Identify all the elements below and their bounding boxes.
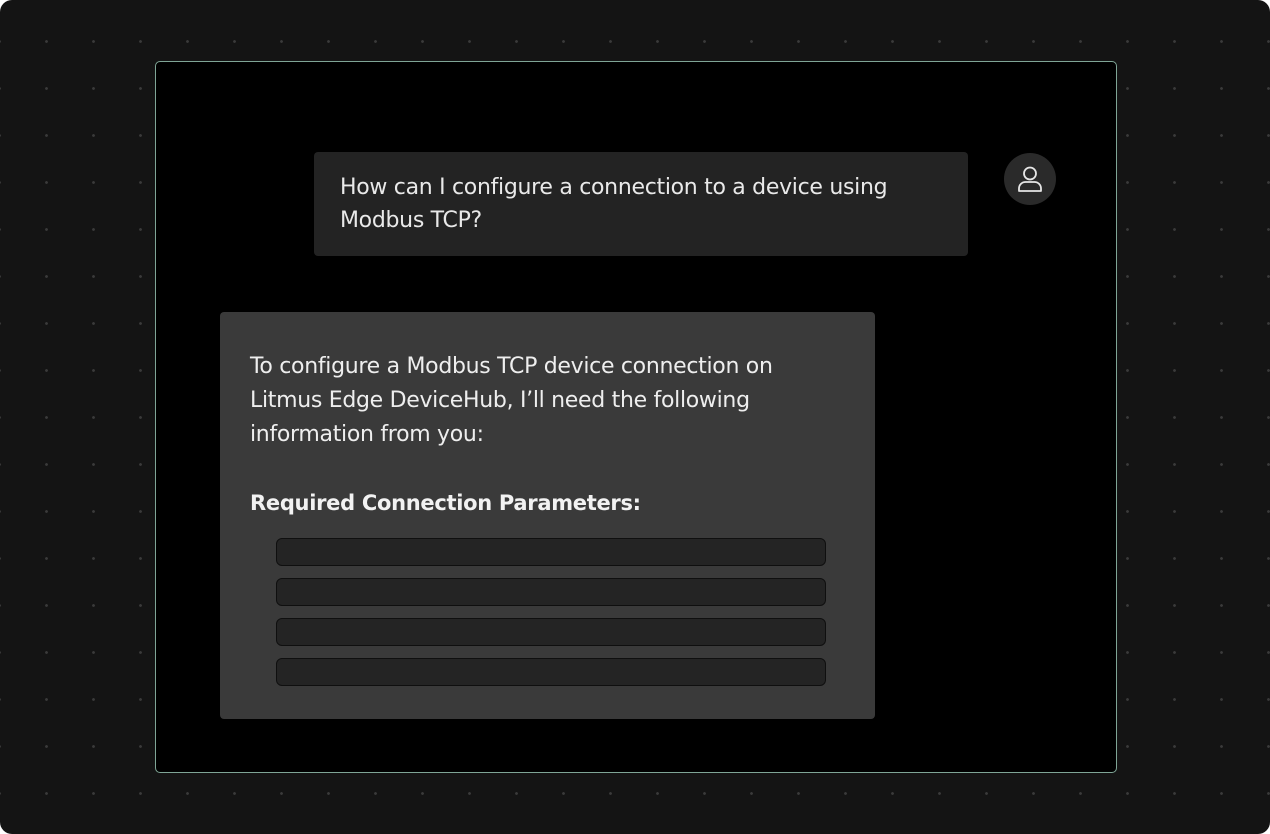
user-icon (1018, 166, 1042, 192)
page-background: How can I configure a connection to a de… (0, 0, 1270, 834)
assistant-message-bubble: To configure a Modbus TCP device connect… (220, 312, 875, 719)
chat-window: How can I configure a connection to a de… (155, 61, 1117, 773)
param-placeholder-row (276, 538, 826, 566)
param-placeholder-row (276, 658, 826, 686)
user-message-text: How can I configure a connection to a de… (340, 175, 888, 233)
param-placeholder-row (276, 618, 826, 646)
assistant-message-text: To configure a Modbus TCP device connect… (250, 354, 773, 447)
user-message-bubble: How can I configure a connection to a de… (314, 152, 968, 256)
param-placeholder-list (276, 538, 845, 686)
param-placeholder-row (276, 578, 826, 606)
params-heading: Required Connection Parameters: (250, 491, 641, 515)
user-avatar[interactable] (1004, 153, 1056, 205)
